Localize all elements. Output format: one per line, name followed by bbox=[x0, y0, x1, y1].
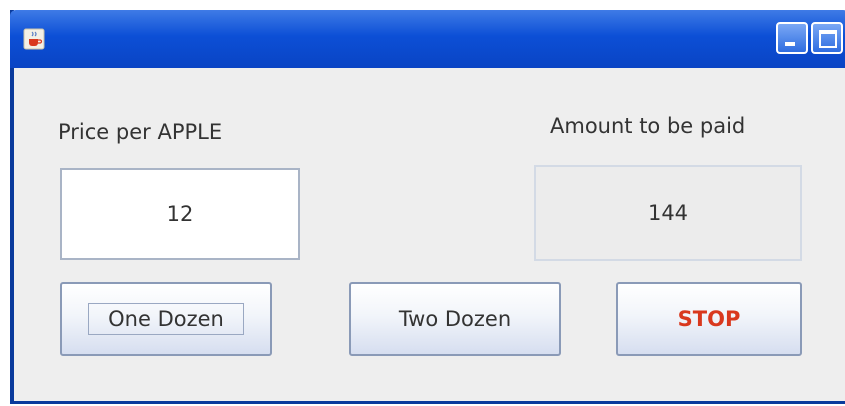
amount-field: 144 bbox=[534, 165, 802, 261]
price-input[interactable]: 12 bbox=[60, 168, 300, 260]
maximize-icon[interactable] bbox=[811, 22, 843, 54]
one-dozen-label: One Dozen bbox=[108, 307, 224, 331]
price-label: Price per APPLE bbox=[58, 120, 223, 144]
java-cup-icon[interactable] bbox=[23, 28, 45, 50]
two-dozen-button[interactable]: Two Dozen bbox=[349, 282, 561, 356]
title-bar[interactable] bbox=[10, 10, 845, 68]
two-dozen-label: Two Dozen bbox=[398, 307, 512, 331]
amount-label: Amount to be paid bbox=[550, 114, 746, 138]
one-dozen-button[interactable]: One Dozen bbox=[60, 282, 272, 356]
minimize-icon[interactable] bbox=[776, 22, 808, 54]
app-window: Price per APPLE Amount to be paid 12 144… bbox=[10, 10, 845, 404]
stop-button[interactable]: STOP bbox=[616, 282, 802, 356]
stop-label: STOP bbox=[677, 307, 741, 331]
